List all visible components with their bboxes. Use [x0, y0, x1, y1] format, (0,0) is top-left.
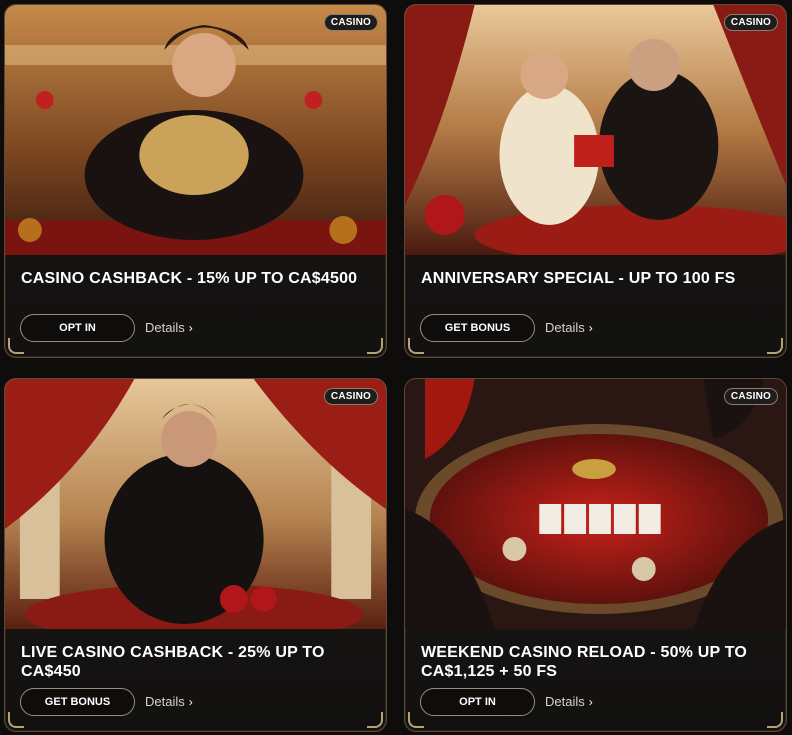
promo-title: WEEKEND CASINO RELOAD - 50% UP TO CA$1,1…	[421, 644, 748, 680]
corner-ornament	[367, 338, 383, 354]
corner-ornament	[408, 712, 424, 728]
promo-card-casino-cashback: CASINO CASINO CASHBACK - 15% UP TO CA$45…	[4, 4, 387, 358]
details-link[interactable]: Details ›	[545, 320, 593, 335]
opt-in-button[interactable]: OPT IN	[20, 314, 135, 342]
details-link[interactable]: Details ›	[145, 694, 193, 709]
get-bonus-button[interactable]: GET BONUS	[420, 314, 535, 342]
promo-image	[405, 5, 786, 255]
details-link[interactable]: Details ›	[545, 694, 593, 709]
promo-card-anniversary-special: CASINO ANNIVERSARY SPECIAL - UP TO 100 F…	[404, 4, 787, 358]
details-label: Details	[145, 694, 185, 709]
details-label: Details	[145, 320, 185, 335]
corner-ornament	[767, 338, 783, 354]
chevron-right-icon: ›	[588, 320, 593, 335]
chevron-right-icon: ›	[188, 694, 193, 709]
details-link[interactable]: Details ›	[145, 320, 193, 335]
promo-card-live-casino-cashback: CASINO LIVE CASINO CASHBACK - 25% UP TO …	[4, 378, 387, 732]
promo-image	[5, 5, 386, 255]
corner-ornament	[408, 338, 424, 354]
promo-card-weekend-casino-reload: CASINO WEEKEND CASINO RELOAD - 50% UP TO…	[404, 378, 787, 732]
promo-title: LIVE CASINO CASHBACK - 25% UP TO CA$450	[21, 644, 325, 680]
category-badge: CASINO	[723, 388, 778, 405]
category-badge: CASINO	[323, 388, 378, 405]
corner-ornament	[8, 712, 24, 728]
corner-ornament	[8, 338, 24, 354]
promo-title: ANNIVERSARY SPECIAL - UP TO 100 FS	[421, 270, 736, 287]
details-label: Details	[545, 320, 585, 335]
chevron-right-icon: ›	[588, 694, 593, 709]
corner-ornament	[367, 712, 383, 728]
corner-ornament	[767, 712, 783, 728]
opt-in-button[interactable]: OPT IN	[420, 688, 535, 716]
promo-title: CASINO CASHBACK - 15% UP TO CA$4500	[21, 270, 358, 287]
promo-image	[5, 379, 386, 629]
promo-image	[405, 379, 786, 629]
category-badge: CASINO	[723, 14, 778, 31]
category-badge: CASINO	[323, 14, 378, 31]
get-bonus-button[interactable]: GET BONUS	[20, 688, 135, 716]
chevron-right-icon: ›	[188, 320, 193, 335]
details-label: Details	[545, 694, 585, 709]
